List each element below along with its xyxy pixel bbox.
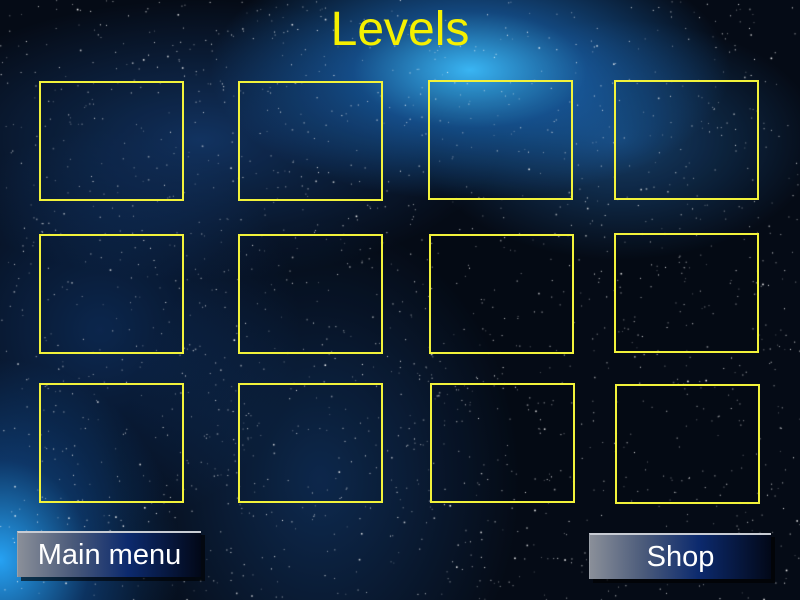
- level-slot-9[interactable]: [39, 383, 184, 503]
- main-menu-label: Main menu: [37, 538, 182, 571]
- page-title: Levels: [330, 3, 470, 56]
- shop-label: Shop: [646, 540, 715, 573]
- level-slot-12[interactable]: [615, 384, 760, 504]
- level-slot-6[interactable]: [238, 234, 383, 354]
- level-slot-5[interactable]: [39, 234, 184, 354]
- level-slot-8[interactable]: [614, 233, 759, 353]
- level-slot-1[interactable]: [39, 81, 184, 201]
- level-slot-3[interactable]: [428, 80, 573, 200]
- level-slot-7[interactable]: [429, 234, 574, 354]
- level-slot-2[interactable]: [238, 81, 383, 201]
- shop-button[interactable]: Shop: [589, 533, 771, 579]
- level-slot-4[interactable]: [614, 80, 759, 200]
- main-menu-button[interactable]: Main menu: [17, 531, 201, 577]
- level-slot-10[interactable]: [238, 383, 383, 503]
- level-slot-11[interactable]: [430, 383, 575, 503]
